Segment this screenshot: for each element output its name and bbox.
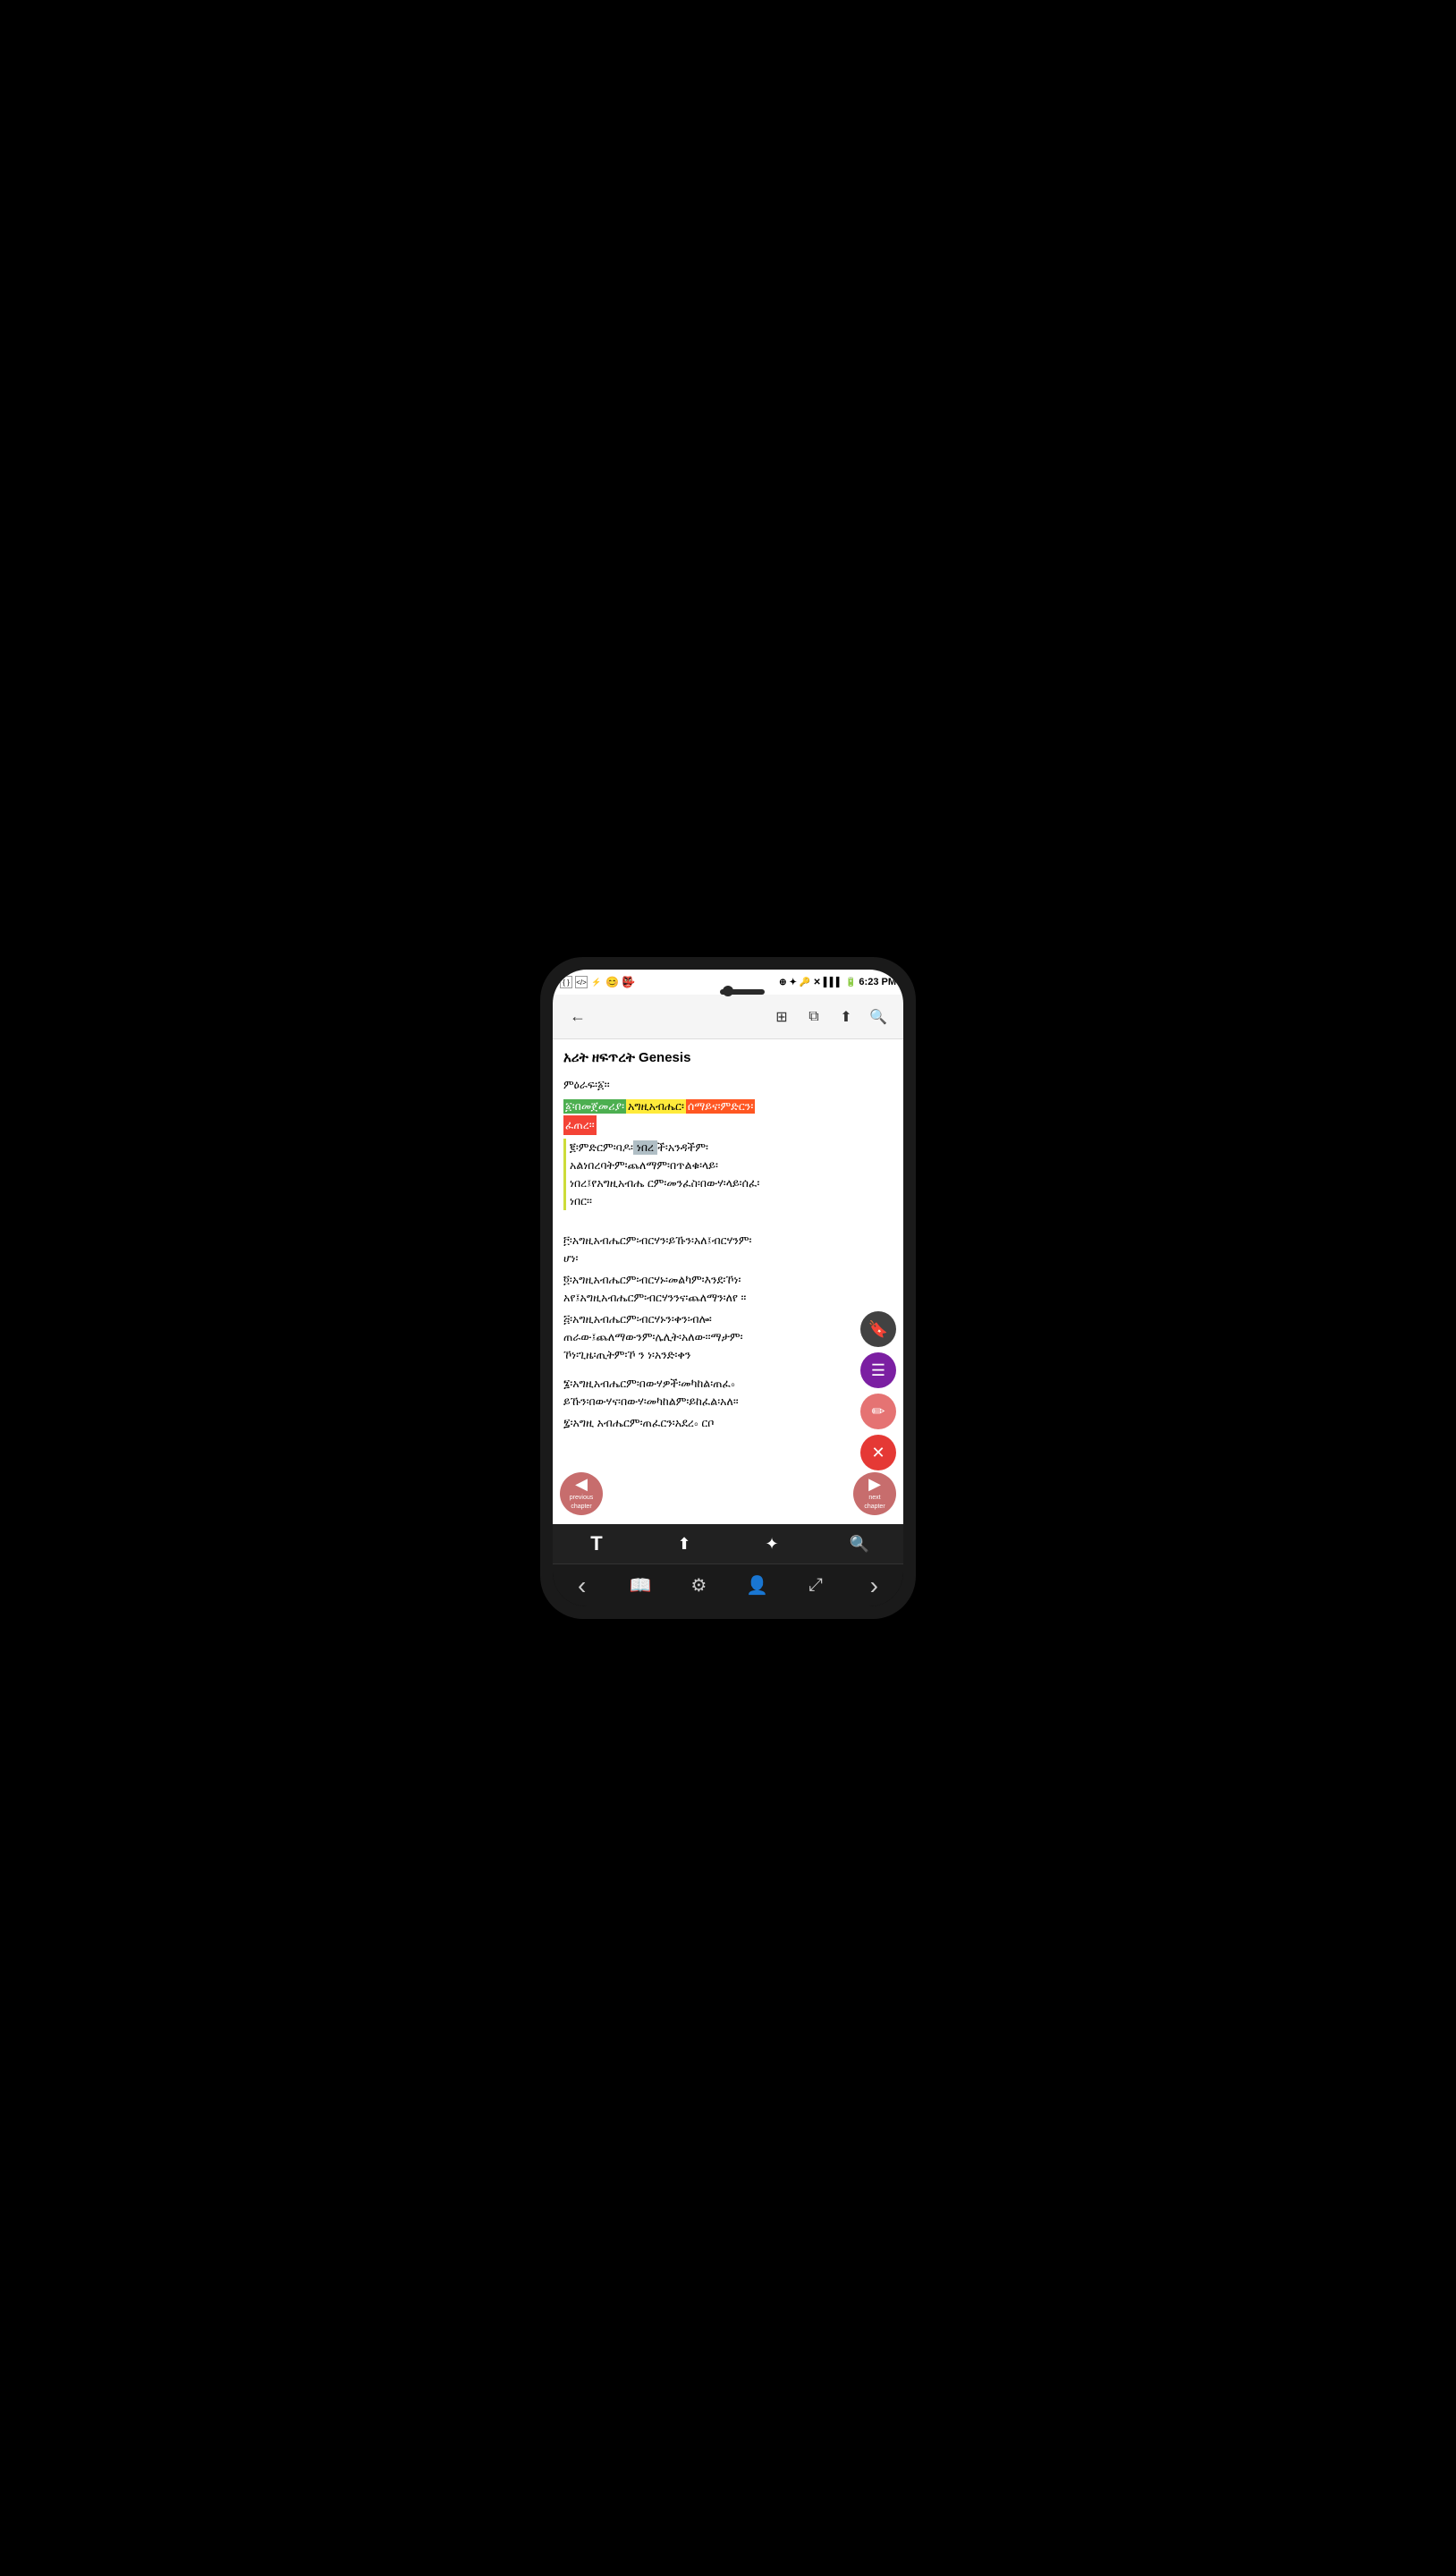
location-icon: ⊕ — [779, 978, 786, 987]
bookmark-fab-button[interactable]: 🔖 — [860, 1311, 896, 1347]
phone-device: { } </> ⚡ 😊 👺 ⊕ ✦ 🔑 ✕ ▌▌▌ 🔋 6:23 PM ← ⊞ … — [540, 957, 916, 1619]
bottom-toolbar: T ⬆ ✦ 🔍 — [553, 1524, 903, 1563]
verse1-part3: ሰማይና፡ምድርን፡ — [686, 1099, 755, 1114]
share-bottom-button[interactable]: ⬆ — [668, 1528, 700, 1560]
speaker — [720, 989, 765, 995]
verse2-highlight: ነበረ — [633, 1140, 657, 1155]
signal-x-icon: ✕ — [813, 978, 820, 987]
phone-screen: { } </> ⚡ 😊 👺 ⊕ ✦ 🔑 ✕ ▌▌▌ 🔋 6:23 PM ← ⊞ … — [553, 970, 903, 1606]
verse1-part2: አግዚአብሔር፡ — [626, 1099, 686, 1114]
battery-icon: 🔋 — [845, 978, 856, 987]
bluetooth-icon: ✦ — [789, 978, 796, 987]
signal-icon: ▌▌▌ — [824, 978, 842, 987]
status-left-icons: { } </> ⚡ 😊 👺 — [560, 976, 635, 988]
verse1-part1: ፩፡በመጀመሪያ፡ — [563, 1099, 626, 1114]
content-area: አሪት ዘፍጥረት Genesis ምዕራፍ፡፩፡፡ ፩፡በመጀመሪያ፡አግዚአ… — [553, 1039, 903, 1524]
verse-1: ፩፡በመጀመሪያ፡አግዚአብሔር፡ሰማይና፡ምድርን፡ ፈጠረ፡፡ — [563, 1097, 893, 1135]
share-button[interactable]: ⬆ — [832, 1003, 860, 1031]
search-button[interactable]: 🔍 — [864, 1003, 893, 1031]
nav-back-button[interactable]: ‹ — [564, 1568, 600, 1604]
devil-icon: 👺 — [622, 976, 635, 988]
time-display: 6:23 PM — [859, 977, 896, 987]
nav-bar: ‹ 📖 ⚙ 👤 ⤢ › — [553, 1563, 903, 1606]
next-label: nextchapter — [864, 1494, 885, 1513]
verse-7: ፯፡አግዚ አብሔርም፡ጠፈርን፡አደረ⸰ ርቦ — [563, 1414, 893, 1432]
nav-expand-button[interactable]: ⤢ — [798, 1568, 834, 1604]
close-fab-button[interactable]: ✕ — [860, 1435, 896, 1470]
nav-settings-button[interactable]: ⚙ — [681, 1568, 716, 1604]
smile-icon: 😊 — [605, 976, 619, 988]
chapter-title: አሪት ዘፍጥረት Genesis — [563, 1048, 893, 1069]
verse-5: ፭፡አግዚአብሔርም፡ብርሃኑን፡ቀን፡ብሎ፡ ጠራው፤ጨለማውንም፡ሌሊት፡አ… — [563, 1310, 893, 1364]
list-fab-button[interactable]: ☰ — [860, 1352, 896, 1388]
verse-6: ፮፡አግዚአብሔርም፡በውሃዎች፡መካከል፡ጠፈ⸰ ይኹን፡በውሃና፡በውሃ፡መ… — [563, 1375, 893, 1411]
verse1-part4: ፈጠረ፡፡ — [563, 1115, 597, 1135]
usb-icon: ⚡ — [590, 976, 603, 988]
verse-prefix: ምዕራፍ፡፩፡፡ — [563, 1076, 893, 1094]
prev-label: previouschapter — [570, 1494, 593, 1513]
nav-book-button[interactable]: 📖 — [622, 1568, 658, 1604]
code2-icon: </> — [575, 976, 588, 988]
verse-3: ፫፡አግዚአብሔርም፡ብርሃን፡ይኹን፡አለ፤ብርሃንም፡ ሆነ፡ — [563, 1232, 893, 1267]
toolbar-right-buttons: ⊞ ⧉ ⬆ 🔍 — [767, 1003, 893, 1031]
next-chapter-button[interactable]: ▶ nextchapter — [853, 1472, 896, 1515]
verse-2: ፪፡ምድርም፡ባዶ፡ነበረች፡አንዳችም፡ አልነበረባትም፡ጨለማም፡በጥልቁ… — [563, 1139, 893, 1210]
app-toolbar: ← ⊞ ⧉ ⬆ 🔍 — [553, 995, 903, 1039]
status-right-icons: ⊕ ✦ 🔑 ✕ ▌▌▌ 🔋 6:23 PM — [779, 977, 896, 987]
edit-fab-button[interactable]: ✏ — [860, 1394, 896, 1429]
next-arrow-icon: ▶ — [868, 1476, 881, 1492]
search-bottom-button[interactable]: 🔍 — [843, 1528, 876, 1560]
text-format-button[interactable]: T — [580, 1528, 613, 1560]
key-icon: 🔑 — [800, 978, 810, 987]
highlight-button[interactable]: ✦ — [756, 1528, 788, 1560]
content-scroll[interactable]: አሪት ዘፍጥረት Genesis ምዕራፍ፡፩፡፡ ፩፡በመጀመሪያ፡አግዚአ… — [563, 1048, 893, 1515]
nav-user-button[interactable]: 👤 — [740, 1568, 775, 1604]
verse-4: ፬፡አግዚአብሔርም፡ብርሃኑ፡መልካም፡እንደ፡ኾነ፡ አየ፤አግዚአብሔርም… — [563, 1271, 893, 1307]
previous-chapter-button[interactable]: ◀ previouschapter — [560, 1472, 603, 1515]
fab-area: 🔖 ☰ ✏ ✕ — [860, 1311, 896, 1470]
back-button[interactable]: ← — [563, 1003, 592, 1031]
grid-button[interactable]: ⊞ — [767, 1003, 796, 1031]
copy-button[interactable]: ⧉ — [800, 1003, 828, 1031]
code1-icon: { } — [560, 976, 572, 988]
nav-forward-button[interactable]: › — [856, 1568, 892, 1604]
prev-arrow-icon: ◀ — [575, 1476, 588, 1492]
